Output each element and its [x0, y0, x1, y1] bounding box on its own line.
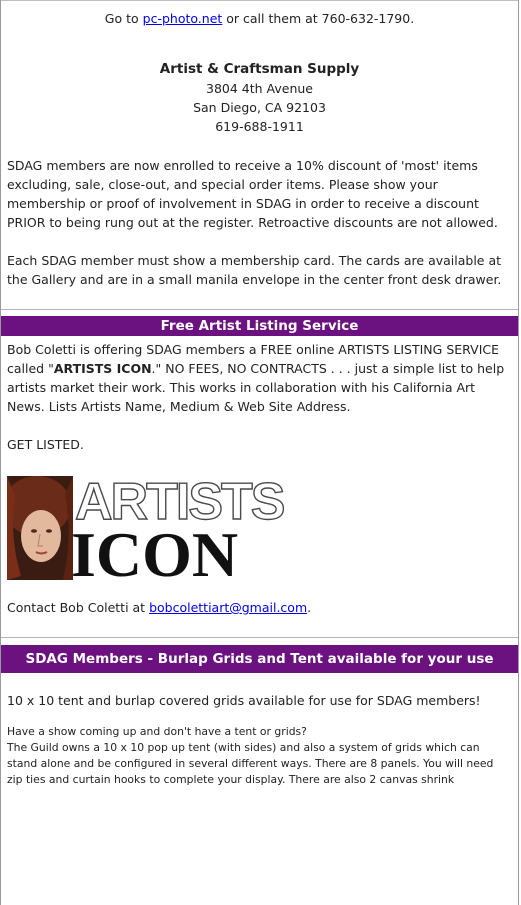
discount-paragraph: SDAG members are now enrolled to receive…	[1, 136, 518, 232]
grids-details: Have a show coming up and don't have a t…	[1, 710, 518, 788]
photo-contact-line: Go to pc-photo.net or call them at 760-6…	[1, 1, 518, 28]
supply-street: 3804 4th Avenue	[206, 81, 313, 96]
intro-suffix: or call them at 760-632-1790.	[222, 11, 415, 26]
supply-city: San Diego, CA 92103	[193, 100, 326, 115]
supply-block: Artist & Craftsman Supply 3804 4th Avenu…	[1, 28, 518, 136]
intro-prefix: Go to	[104, 11, 143, 26]
get-listed-text: GET LISTED.	[7, 437, 84, 452]
email-link[interactable]: bobcolettiart@gmail.com	[149, 600, 307, 615]
portrait-image	[7, 476, 73, 580]
page: Go to pc-photo.net or call them at 760-6…	[0, 0, 519, 905]
supply-phone: 619-688-1911	[215, 119, 304, 134]
listing-paragraph: Bob Coletti is offering SDAG members a F…	[1, 336, 518, 416]
get-listed-line: GET LISTED.	[1, 416, 518, 454]
discount-text: SDAG members are now enrolled to receive…	[7, 158, 498, 230]
supply-name: Artist & Craftsman Supply	[159, 61, 360, 77]
grids-detail-body: The Guild owns a 10 x 10 pop up tent (wi…	[7, 741, 494, 786]
artists-icon-logo: ARTISTS ICON	[1, 454, 518, 590]
grids-detail-question: Have a show coming up and don't have a t…	[7, 725, 307, 738]
card-text: Each SDAG member must show a membership …	[7, 253, 502, 287]
grids-lead-text: 10 x 10 tent and burlap covered grids av…	[7, 693, 481, 708]
membership-card-paragraph: Each SDAG member must show a membership …	[1, 232, 518, 309]
grids-lead: 10 x 10 tent and burlap covered grids av…	[1, 673, 518, 710]
free-listing-header: Free Artist Listing Service	[1, 316, 518, 336]
pc-photo-link[interactable]: pc-photo.net	[143, 11, 223, 26]
listing-bold: ARTISTS ICON	[53, 361, 152, 376]
grids-tent-header: SDAG Members - Burlap Grids and Tent ava…	[1, 645, 518, 673]
contact-prefix: Contact Bob Coletti at	[7, 600, 150, 615]
contact-suffix: .	[307, 600, 312, 615]
logo-word-icon: ICON	[71, 519, 239, 590]
